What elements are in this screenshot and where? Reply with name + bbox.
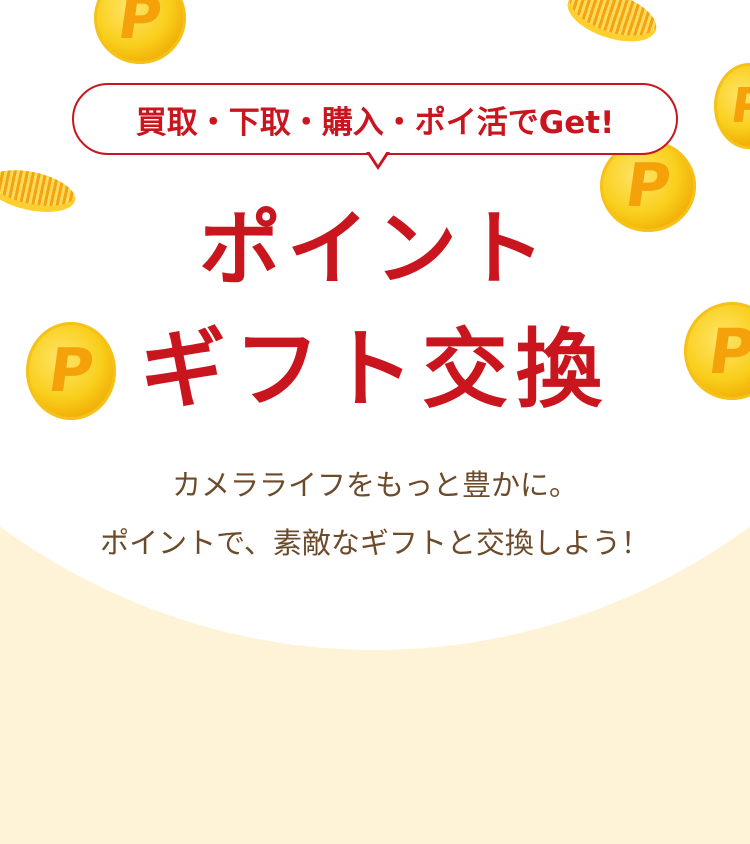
speech-bubble-text: 買取・下取・購入・ポイ活でGet! — [135, 104, 615, 141]
hero-banner: P P P P P 買取・下取・購入・ポイ活でGet! ポイント ギフト交換 カ… — [0, 0, 750, 844]
page-title-line-2: ギフト交換 — [140, 320, 610, 420]
speech-bubble-tail-inner — [369, 151, 387, 165]
page-title-line-1: ポイント — [198, 202, 551, 297]
subtitle-line-1: カメラライフをもっと豊かに。 — [171, 468, 578, 502]
speech-bubble-body: 買取・下取・購入・ポイ活でGet! — [72, 83, 678, 155]
subtitle-line-2: ポイントで、素敵なギフトと交換しよう！ — [100, 526, 650, 560]
p-coin-icon: P — [714, 63, 750, 149]
speech-bubble: 買取・下取・購入・ポイ活でGet! — [72, 83, 682, 175]
p-coin-icon: P — [94, 0, 186, 64]
